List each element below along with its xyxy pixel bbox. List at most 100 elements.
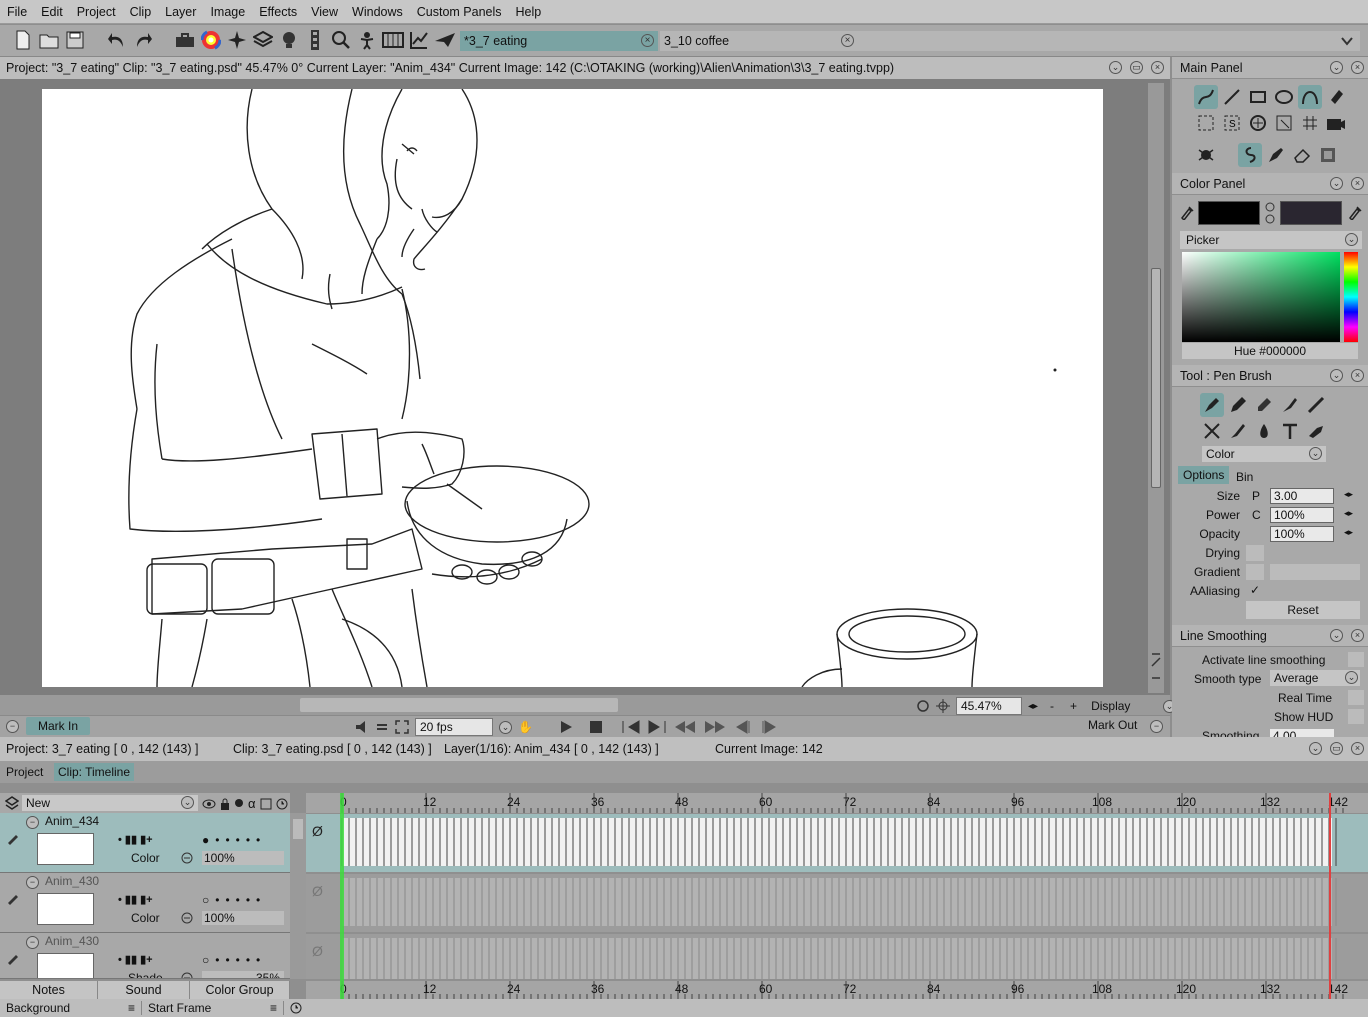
pencil-icon[interactable] (1226, 393, 1250, 417)
visibility-icon[interactable] (6, 893, 20, 907)
fill-tool-icon[interactable] (1324, 85, 1348, 109)
menu-effects[interactable]: Effects (252, 0, 304, 24)
camera-tool-icon[interactable] (1324, 111, 1348, 135)
smooth-type-dropdown[interactable]: Average ⌄ (1270, 670, 1360, 686)
ink-icon[interactable] (1278, 393, 1302, 417)
menu-edit[interactable]: Edit (34, 0, 70, 24)
collapse-icon[interactable]: ⌄ (1109, 61, 1122, 74)
save-icon[interactable] (63, 28, 87, 52)
menu-view[interactable]: View (304, 0, 345, 24)
effects-icon[interactable] (225, 28, 249, 52)
text-tool-icon[interactable] (1278, 419, 1302, 443)
pen-nib-icon[interactable] (1264, 143, 1288, 167)
visibility-icon[interactable] (6, 833, 20, 847)
menu-image[interactable]: Image (203, 0, 252, 24)
selection-tool-icon[interactable] (1194, 111, 1218, 135)
zoom-field[interactable]: 45.47% (956, 697, 1022, 715)
open-folder-icon[interactable] (37, 28, 61, 52)
minus-circle-icon[interactable] (181, 972, 193, 978)
show-hud-checkbox[interactable] (1348, 709, 1364, 724)
layer-mode[interactable]: Color (131, 911, 160, 925)
tab-options[interactable]: Options (1178, 466, 1230, 484)
ellipse-tool-icon[interactable] (1272, 85, 1296, 109)
layer-flags-icon[interactable]: • ▮▮ ▮+ (118, 833, 153, 846)
close-icon[interactable]: × (1351, 742, 1364, 755)
collapse-icon[interactable]: ⌄ (1330, 629, 1343, 642)
minus-icon[interactable]: − (6, 720, 19, 733)
maximize-icon[interactable]: ▭ (1130, 61, 1143, 74)
chevron-down-icon[interactable] (1340, 34, 1354, 48)
layer-group-dropdown[interactable]: New ⌄ (22, 795, 198, 811)
reset-button[interactable]: Reset (1246, 601, 1360, 619)
prev-key-icon[interactable] (673, 720, 697, 734)
first-frame-icon[interactable] (621, 720, 641, 734)
tab-bin[interactable]: Bin (1236, 468, 1253, 486)
pen-brush-icon[interactable] (1200, 393, 1224, 417)
lightbulb-icon[interactable] (277, 28, 301, 52)
crop-tool-icon[interactable] (1272, 111, 1296, 135)
track-anim-430[interactable]: Ø (306, 874, 1368, 932)
zoom-arrows-icon[interactable]: ◂▸ (1028, 701, 1038, 712)
mark-in-button[interactable]: Mark In (26, 717, 91, 735)
zoom-in-button[interactable]: + (1066, 699, 1081, 713)
toolbox-icon[interactable] (173, 28, 197, 52)
bug-icon[interactable] (1194, 143, 1218, 167)
close-icon[interactable]: × (1351, 629, 1364, 642)
real-time-checkbox[interactable] (1348, 690, 1364, 705)
rotate-icon[interactable] (916, 699, 930, 713)
minus-circle-icon[interactable] (181, 912, 193, 924)
collapse-icon[interactable]: ⌄ (1309, 742, 1322, 755)
close-icon[interactable]: × (1351, 177, 1364, 190)
collapse-icon[interactable]: − (26, 876, 39, 889)
size-arrows-icon[interactable]: ◂▸ (1344, 489, 1353, 500)
fps-field[interactable]: 20 fps (415, 718, 493, 736)
opacity-field[interactable]: 100% (1270, 526, 1334, 542)
menu-file[interactable]: File (0, 0, 34, 24)
menu-help[interactable]: Help (509, 0, 549, 24)
minus-circle-icon[interactable] (181, 852, 193, 864)
menu-custom-panels[interactable]: Custom Panels (410, 0, 509, 24)
graph-icon[interactable] (407, 28, 431, 52)
picker-dropdown[interactable]: Picker ⌄ (1180, 231, 1362, 249)
collapse-icon[interactable]: ⌄ (1330, 61, 1343, 74)
water-drop-icon[interactable] (1252, 419, 1276, 443)
activate-smoothing-checkbox[interactable] (1348, 652, 1364, 667)
fit-view-icon[interactable] (1150, 652, 1162, 682)
gradient-bar[interactable] (1270, 564, 1360, 580)
opacity-arrows-icon[interactable]: ◂▸ (1344, 527, 1353, 538)
close-icon[interactable]: × (1151, 61, 1164, 74)
airbrush-icon[interactable] (1304, 393, 1328, 417)
line-tool-icon[interactable] (1220, 85, 1244, 109)
tab-color-group[interactable]: Color Group (190, 981, 290, 999)
mark-out-button[interactable]: Mark Out (1088, 718, 1137, 732)
puppet-icon[interactable] (355, 28, 379, 52)
swap-colors-icon[interactable] (1264, 201, 1276, 225)
horizontal-scroll-thumb[interactable] (300, 698, 618, 712)
collapse-icon[interactable]: ⌄ (1330, 177, 1343, 190)
center-icon[interactable] (936, 699, 950, 713)
loop-icon[interactable] (375, 720, 389, 734)
tab-notes[interactable]: Notes (0, 981, 98, 999)
close-icon[interactable]: × (1351, 61, 1364, 74)
power-field[interactable]: 100% (1270, 507, 1334, 523)
xsheet-icon[interactable] (381, 28, 405, 52)
tab-clip-timeline[interactable]: Clip: Timeline (54, 763, 135, 781)
visibility-icon[interactable] (6, 953, 20, 967)
color-wheel-icon[interactable] (199, 28, 223, 52)
eyedropper-icon[interactable] (1180, 204, 1194, 220)
scroll-thumb[interactable] (1151, 268, 1161, 488)
vertical-scrollbar[interactable] (1148, 83, 1164, 693)
start-marker[interactable] (340, 793, 344, 999)
tab-project[interactable]: Project (6, 765, 43, 779)
clock-icon[interactable] (290, 1002, 302, 1014)
next-frame-icon[interactable] (759, 720, 779, 734)
freehand-tool-icon[interactable] (1194, 85, 1218, 109)
hue-slider[interactable] (1344, 252, 1358, 342)
zoom-out-button[interactable]: - (1044, 699, 1060, 713)
play-icon[interactable] (559, 720, 573, 734)
new-file-icon[interactable] (11, 28, 35, 52)
layer-mode[interactable]: Shade (128, 971, 163, 978)
maximize-icon[interactable]: ▭ (1330, 742, 1343, 755)
redo-icon[interactable] (131, 28, 155, 52)
prev-frame-icon[interactable] (733, 720, 753, 734)
